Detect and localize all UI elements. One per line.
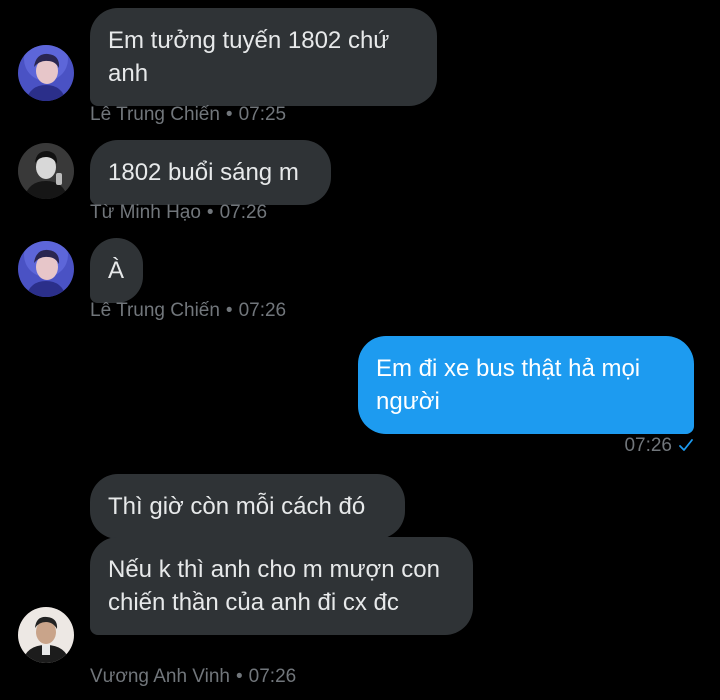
sender-name: Lê Trung Chiến [90, 104, 220, 125]
avatar-image [18, 143, 74, 199]
separator: • [225, 104, 233, 125]
sender-name: Lê Trung Chiến [90, 300, 220, 321]
message-bubble[interactable]: Em tưởng tuyến 1802 chứ anh [90, 8, 437, 106]
message-time: 07:26 [238, 300, 287, 321]
avatar-tu-minh-hao[interactable] [18, 143, 74, 199]
message-bubble[interactable]: Thì giờ còn mỗi cách đó [90, 474, 405, 539]
separator: • [206, 202, 214, 223]
avatar-vuong-anh-vinh[interactable] [18, 607, 74, 663]
message-meta: Lê Trung Chiến • 07:25 [90, 104, 286, 126]
message-meta: Lê Trung Chiến • 07:26 [90, 300, 286, 322]
message-time: 07:26 [219, 202, 268, 223]
separator: • [236, 666, 243, 687]
message-meta: Vương Anh Vinh • 07:26 [90, 666, 296, 688]
message-meta: Từ Minh Hạo • 07:26 [90, 202, 267, 224]
avatar-le-trung-chien[interactable] [18, 45, 74, 101]
message-bubble[interactable]: À [90, 238, 143, 303]
sender-name: Vương Anh Vinh [90, 666, 230, 687]
avatar-le-trung-chien[interactable] [18, 241, 74, 297]
avatar-image [18, 45, 74, 101]
check-icon [678, 437, 694, 453]
avatar-image [18, 241, 74, 297]
avatar-image [18, 607, 74, 663]
message-time: 07:26 [248, 666, 297, 687]
separator: • [225, 300, 233, 321]
message-meta: 07:26 [624, 435, 694, 457]
sender-name: Từ Minh Hạo [90, 202, 201, 223]
message-bubble[interactable]: Nếu k thì anh cho m mượn con chiến thần … [90, 537, 473, 635]
message-bubble-outgoing[interactable]: Em đi xe bus thật hả mọi người [358, 336, 694, 434]
message-time: 07:26 [624, 435, 672, 456]
message-bubble[interactable]: 1802 buổi sáng m [90, 140, 331, 205]
message-time: 07:25 [238, 104, 287, 125]
